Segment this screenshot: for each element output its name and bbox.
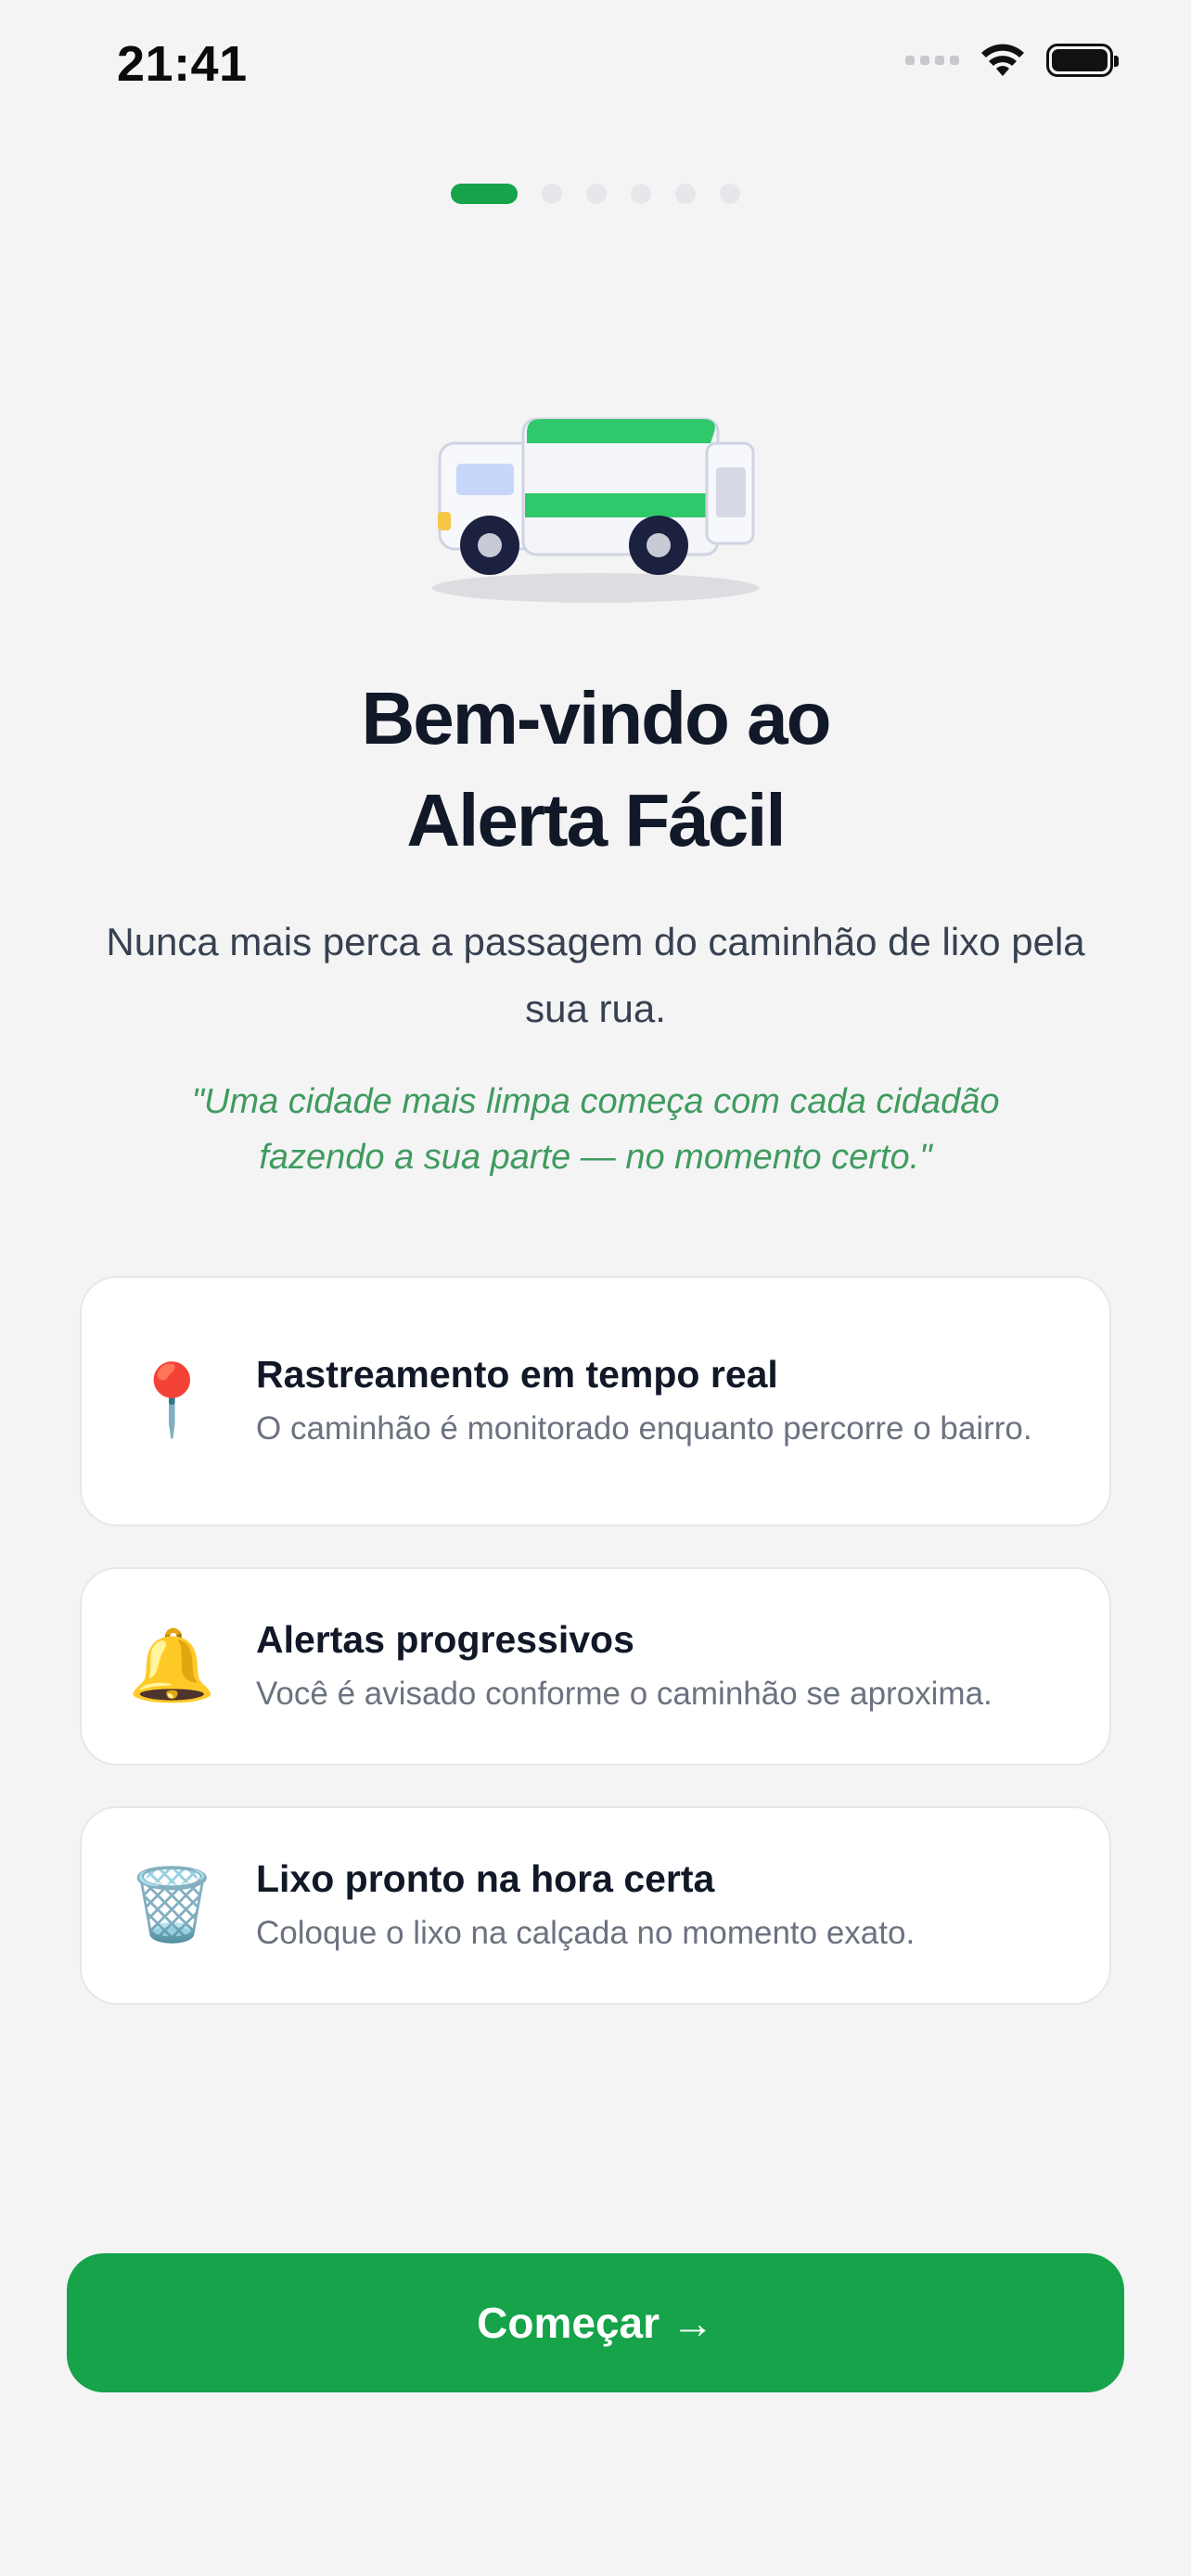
start-button[interactable]: Começar → — [67, 2253, 1124, 2392]
feature-description: Coloque o lixo na calçada no momento exa… — [256, 1915, 916, 1951]
pin-icon: 📍 — [128, 1361, 216, 1440]
title-line-2: Alerta Fácil — [406, 779, 786, 861]
title-line-1: Bem-vindo ao — [361, 677, 832, 759]
feature-list: 📍 Rastreamento em tempo real O caminhão … — [80, 1276, 1111, 2046]
feature-card-alerts: 🔔 Alertas progressivos Você é avisado co… — [80, 1567, 1111, 1766]
garbage-truck-icon — [432, 417, 759, 603]
onboarding-pager — [0, 184, 1191, 204]
wifi-icon — [981, 44, 1024, 76]
trash-can-icon: 🗑️ — [128, 1866, 216, 1945]
feature-description: O caminhão é monitorado enquanto percorr… — [256, 1410, 1032, 1447]
feature-title: Lixo pronto na hora certa — [256, 1857, 715, 1900]
pager-dot[interactable] — [542, 184, 562, 204]
motivational-quote: "Uma cidade mais limpa começa com cada c… — [191, 1082, 1000, 1177]
pager-dot[interactable] — [675, 184, 696, 204]
status-bar: 21:41 — [0, 0, 1191, 139]
feature-card-tracking: 📍 Rastreamento em tempo real O caminhão … — [80, 1276, 1111, 1526]
status-icons — [905, 43, 1119, 78]
feature-title: Rastreamento em tempo real — [256, 1353, 778, 1396]
pager-dot[interactable] — [720, 184, 740, 204]
subtitle: Nunca mais perca a passagem do caminhão … — [106, 920, 1085, 1030]
pager-dot[interactable] — [631, 184, 651, 204]
feature-description: Você é avisado conforme o caminhão se ap… — [256, 1676, 992, 1712]
pager-dot-active[interactable] — [451, 184, 518, 204]
cellular-signal-icon — [905, 56, 959, 65]
bell-icon: 🔔 — [128, 1626, 216, 1705]
pager-dot[interactable] — [586, 184, 607, 204]
feature-title: Alertas progressivos — [256, 1618, 634, 1661]
feature-card-trash-ready: 🗑️ Lixo pronto na hora certa Coloque o l… — [80, 1806, 1111, 2005]
page-title: Bem-vindo ao Alerta Fácil — [0, 668, 1191, 872]
status-time: 21:41 — [117, 36, 248, 92]
battery-icon — [1046, 44, 1119, 77]
